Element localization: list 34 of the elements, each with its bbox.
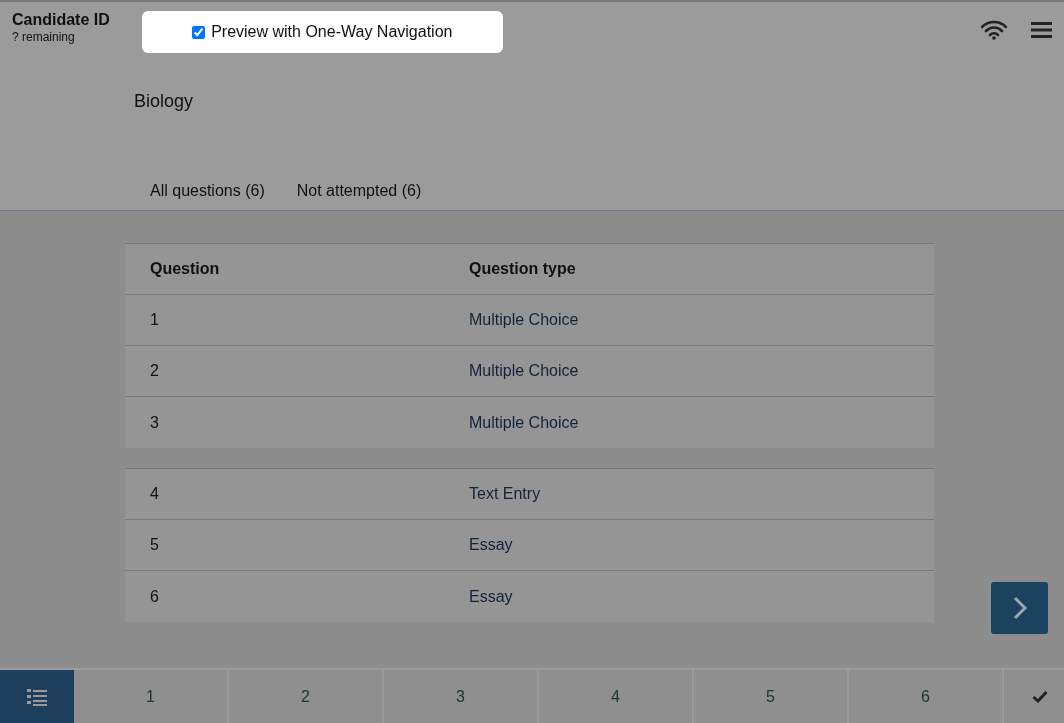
question-nav-button[interactable]: 6 — [849, 670, 1004, 723]
wifi-icon — [981, 20, 1007, 40]
numbered-list-icon — [27, 687, 47, 706]
question-nav-button[interactable]: 2 — [229, 670, 384, 723]
preview-toggle[interactable]: Preview with One-Way Navigation — [141, 11, 503, 53]
column-header: Question type — [469, 259, 576, 279]
remaining-label: ? remaining — [12, 29, 76, 45]
menu-icon[interactable] — [1031, 21, 1052, 39]
table-cell-text: 2 — [149, 361, 160, 381]
next-button[interactable] — [991, 582, 1048, 634]
section-title: Biology — [134, 90, 195, 113]
question-nav-button[interactable]: 5 — [694, 670, 849, 723]
table-cell-text: Text Entry — [469, 484, 541, 504]
table-cell-text: 4 — [149, 484, 160, 504]
filter-tab[interactable]: All questions (6) — [134, 175, 281, 207]
candidate-id: Candidate ID — [12, 10, 110, 29]
table-cell-text: Essay — [469, 586, 513, 607]
filter-tab[interactable]: Not attempted (6) — [280, 175, 438, 207]
table-cell-text: 5 — [149, 535, 160, 555]
question-list-button[interactable] — [0, 670, 74, 723]
table-cell-text: Multiple Choice — [469, 412, 579, 433]
table-cell-text: Multiple Choice — [469, 310, 579, 330]
question-nav-button[interactable]: 1 — [74, 670, 229, 723]
table-cell-text: Essay — [469, 535, 513, 555]
checkmark-icon — [1032, 690, 1048, 703]
table-cell-text: 6 — [149, 586, 160, 607]
question-nav-button[interactable]: 3 — [384, 670, 539, 723]
preview-checkbox[interactable] — [192, 25, 206, 39]
chevron-right-icon — [1012, 596, 1027, 620]
table-cell-text: Multiple Choice — [469, 361, 579, 381]
table-cell-text: 1 — [149, 310, 160, 330]
table-cell-text: 3 — [149, 412, 160, 433]
question-nav-button[interactable]: 4 — [539, 670, 694, 723]
column-header: Question — [149, 259, 221, 279]
